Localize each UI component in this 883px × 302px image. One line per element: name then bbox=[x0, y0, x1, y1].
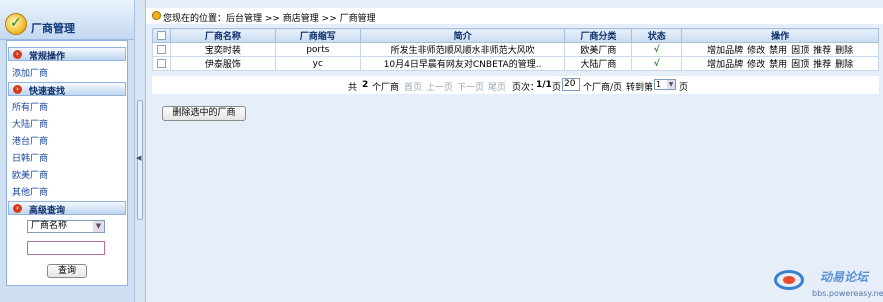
search-field-select[interactable]: 厂商名称 ▼ bbox=[27, 220, 105, 233]
chevron-right-icon: › bbox=[13, 204, 22, 213]
edit-link[interactable]: 修改 bbox=[747, 46, 765, 56]
goto-page-value: 1 bbox=[656, 80, 662, 89]
sidebar-splitter[interactable]: ◀ bbox=[134, 0, 146, 302]
row-actions: 增加品牌 修改 禁用 固顶 推荐 删除 bbox=[681, 42, 879, 57]
manufacturer-abbr: ports bbox=[274, 42, 361, 57]
link-other-manufacturers[interactable]: 其他厂商 bbox=[12, 185, 48, 198]
link-all-manufacturers[interactable]: 所有厂商 bbox=[12, 100, 48, 113]
goto-label: 转到第 bbox=[626, 83, 654, 93]
goto-page-select[interactable]: 1 ▼ bbox=[654, 79, 676, 90]
row-checkbox[interactable] bbox=[156, 58, 166, 68]
section-label: 常规操作 bbox=[29, 52, 66, 62]
search-keyword-input[interactable] bbox=[27, 241, 105, 255]
forum-watermark: 动易论坛 bbs.powereasy.net bbox=[770, 264, 883, 302]
section-header-advanced-search[interactable]: › 高级查询 bbox=[8, 201, 126, 216]
watermark-title: 动易论坛 bbox=[820, 270, 869, 284]
next-page-link[interactable]: 下一页 bbox=[457, 80, 484, 93]
recommend-link[interactable]: 推荐 bbox=[813, 46, 831, 56]
search-field-value: 厂商名称 bbox=[31, 221, 68, 231]
section-label: 高级查询 bbox=[29, 206, 66, 216]
section-label: 快速查找 bbox=[29, 87, 66, 97]
prev-page-link[interactable]: 上一页 bbox=[426, 80, 453, 93]
watermark-url: bbs.powereasy.net bbox=[812, 289, 883, 298]
manufacturer-category: 欧美厂商 bbox=[564, 42, 633, 57]
page-suffix: 页 bbox=[552, 83, 562, 93]
page-label: 页次： bbox=[512, 83, 540, 93]
pin-top-link[interactable]: 固顶 bbox=[791, 60, 809, 70]
section-header-common[interactable]: › 常规操作 bbox=[8, 47, 126, 62]
per-page-input[interactable]: 20 bbox=[562, 78, 580, 91]
total-prefix: 共 bbox=[348, 83, 358, 93]
delete-link[interactable]: 删除 bbox=[835, 60, 853, 70]
manufacturer-intro: 10月4日早晨有网友对CNBETA的管理.. bbox=[359, 56, 566, 71]
pin-top-link[interactable]: 固顶 bbox=[791, 46, 809, 56]
sidebar-header: ✓ 厂商管理 bbox=[0, 0, 134, 40]
sidebar-title: 厂商管理 bbox=[31, 22, 75, 35]
delete-selected-button[interactable]: 删除选中的厂商 bbox=[162, 106, 246, 121]
row-actions: 增加品牌 修改 禁用 固顶 推荐 删除 bbox=[681, 56, 879, 71]
pagination-bar: 共 2 个厂商 首页 上一页 下一页 尾页 页次： 1/1 页 20 个厂商/页… bbox=[152, 76, 879, 94]
recommend-link[interactable]: 推荐 bbox=[813, 60, 831, 70]
goto-suffix: 页 bbox=[679, 83, 689, 93]
page-number: 1/1 bbox=[536, 80, 552, 90]
column-header: 状态 bbox=[631, 28, 683, 43]
link-mainland-manufacturers[interactable]: 大陆厂商 bbox=[12, 117, 48, 130]
select-all-header[interactable] bbox=[152, 28, 171, 43]
first-page-link[interactable]: 首页 bbox=[404, 80, 422, 93]
sidebar-panel: › 常规操作 添加厂商 › 快速查找 所有厂商 大陆厂商 港台厂商 日韩厂商 欧… bbox=[6, 40, 128, 286]
select-all-checkbox[interactable] bbox=[156, 30, 166, 40]
search-button[interactable]: 查询 bbox=[47, 264, 87, 278]
chevron-down-icon[interactable]: ▼ bbox=[93, 221, 104, 232]
table-row: 宝奕时装 ports 所发生非师范顺风顺水非师范大风吹 欧美厂商 √ 增加品牌修… bbox=[152, 42, 879, 57]
column-header: 简介 bbox=[359, 28, 566, 43]
per-page-suffix: 个厂商/页 bbox=[583, 83, 623, 93]
total-suffix: 个厂商 bbox=[372, 83, 400, 93]
manufacturer-table: 厂商名称 厂商缩写 简介 厂商分类 状态 操作 宝奕时装 ports 所发生非师… bbox=[152, 28, 879, 71]
manufacturer-name: 宝奕时装 bbox=[169, 42, 276, 57]
table-header-row: 厂商名称 厂商缩写 简介 厂商分类 状态 操作 bbox=[152, 28, 879, 43]
status-check-icon: √ bbox=[631, 56, 683, 71]
disable-link[interactable]: 禁用 bbox=[769, 46, 787, 56]
row-select-cell bbox=[152, 56, 171, 71]
manufacturer-intro: 所发生非师范顺风顺水非师范大风吹 bbox=[359, 42, 566, 57]
location-icon bbox=[152, 11, 161, 20]
section-header-quick-find[interactable]: › 快速查找 bbox=[8, 82, 126, 97]
add-brand-link[interactable]: 增加品牌 bbox=[707, 46, 743, 56]
column-header: 厂商分类 bbox=[564, 28, 633, 43]
edit-link[interactable]: 修改 bbox=[747, 60, 765, 70]
delete-link[interactable]: 删除 bbox=[835, 46, 853, 56]
sidebar: ✓ 厂商管理 › 常规操作 添加厂商 › 快速查找 所有厂商 大陆厂商 港台厂商… bbox=[0, 0, 134, 302]
manufacturer-name: 伊泰服饰 bbox=[169, 56, 276, 71]
collapse-arrow-icon[interactable]: ◀ bbox=[136, 154, 141, 162]
total-count: 2 bbox=[362, 80, 369, 90]
chevron-right-icon: › bbox=[13, 85, 22, 94]
last-page-link[interactable]: 尾页 bbox=[488, 80, 506, 93]
link-eu-us-manufacturers[interactable]: 欧美厂商 bbox=[12, 168, 48, 181]
disable-link[interactable]: 禁用 bbox=[769, 60, 787, 70]
link-add-manufacturer[interactable]: 添加厂商 bbox=[12, 66, 48, 79]
column-header: 操作 bbox=[681, 28, 879, 43]
breadcrumb: 您现在的位置：后台管理 >> 商店管理 >> 厂商管理 bbox=[163, 14, 376, 24]
chevron-right-icon: › bbox=[13, 50, 22, 59]
add-brand-link[interactable]: 增加品牌 bbox=[707, 60, 743, 70]
row-checkbox[interactable] bbox=[156, 44, 166, 54]
powereasy-logo-icon bbox=[774, 270, 804, 290]
chevron-down-icon[interactable]: ▼ bbox=[667, 80, 675, 89]
main-content: 您现在的位置：后台管理 >> 商店管理 >> 厂商管理 厂商名称 厂商缩写 简介… bbox=[146, 0, 883, 302]
row-select-cell bbox=[152, 42, 171, 57]
manager-logo-icon: ✓ bbox=[5, 13, 27, 35]
manufacturer-category: 大陆厂商 bbox=[564, 56, 633, 71]
status-check-icon: √ bbox=[631, 42, 683, 57]
column-header: 厂商名称 bbox=[169, 28, 276, 43]
column-header: 厂商缩写 bbox=[274, 28, 361, 43]
sidebar-footer bbox=[0, 286, 134, 302]
link-hk-tw-manufacturers[interactable]: 港台厂商 bbox=[12, 134, 48, 147]
breadcrumb-bar: 您现在的位置：后台管理 >> 商店管理 >> 厂商管理 bbox=[146, 8, 883, 24]
table-row: 伊泰服饰 yc 10月4日早晨有网友对CNBETA的管理.. 大陆厂商 √ 增加… bbox=[152, 56, 879, 71]
link-jp-kr-manufacturers[interactable]: 日韩厂商 bbox=[12, 151, 48, 164]
manufacturer-abbr: yc bbox=[274, 56, 361, 71]
